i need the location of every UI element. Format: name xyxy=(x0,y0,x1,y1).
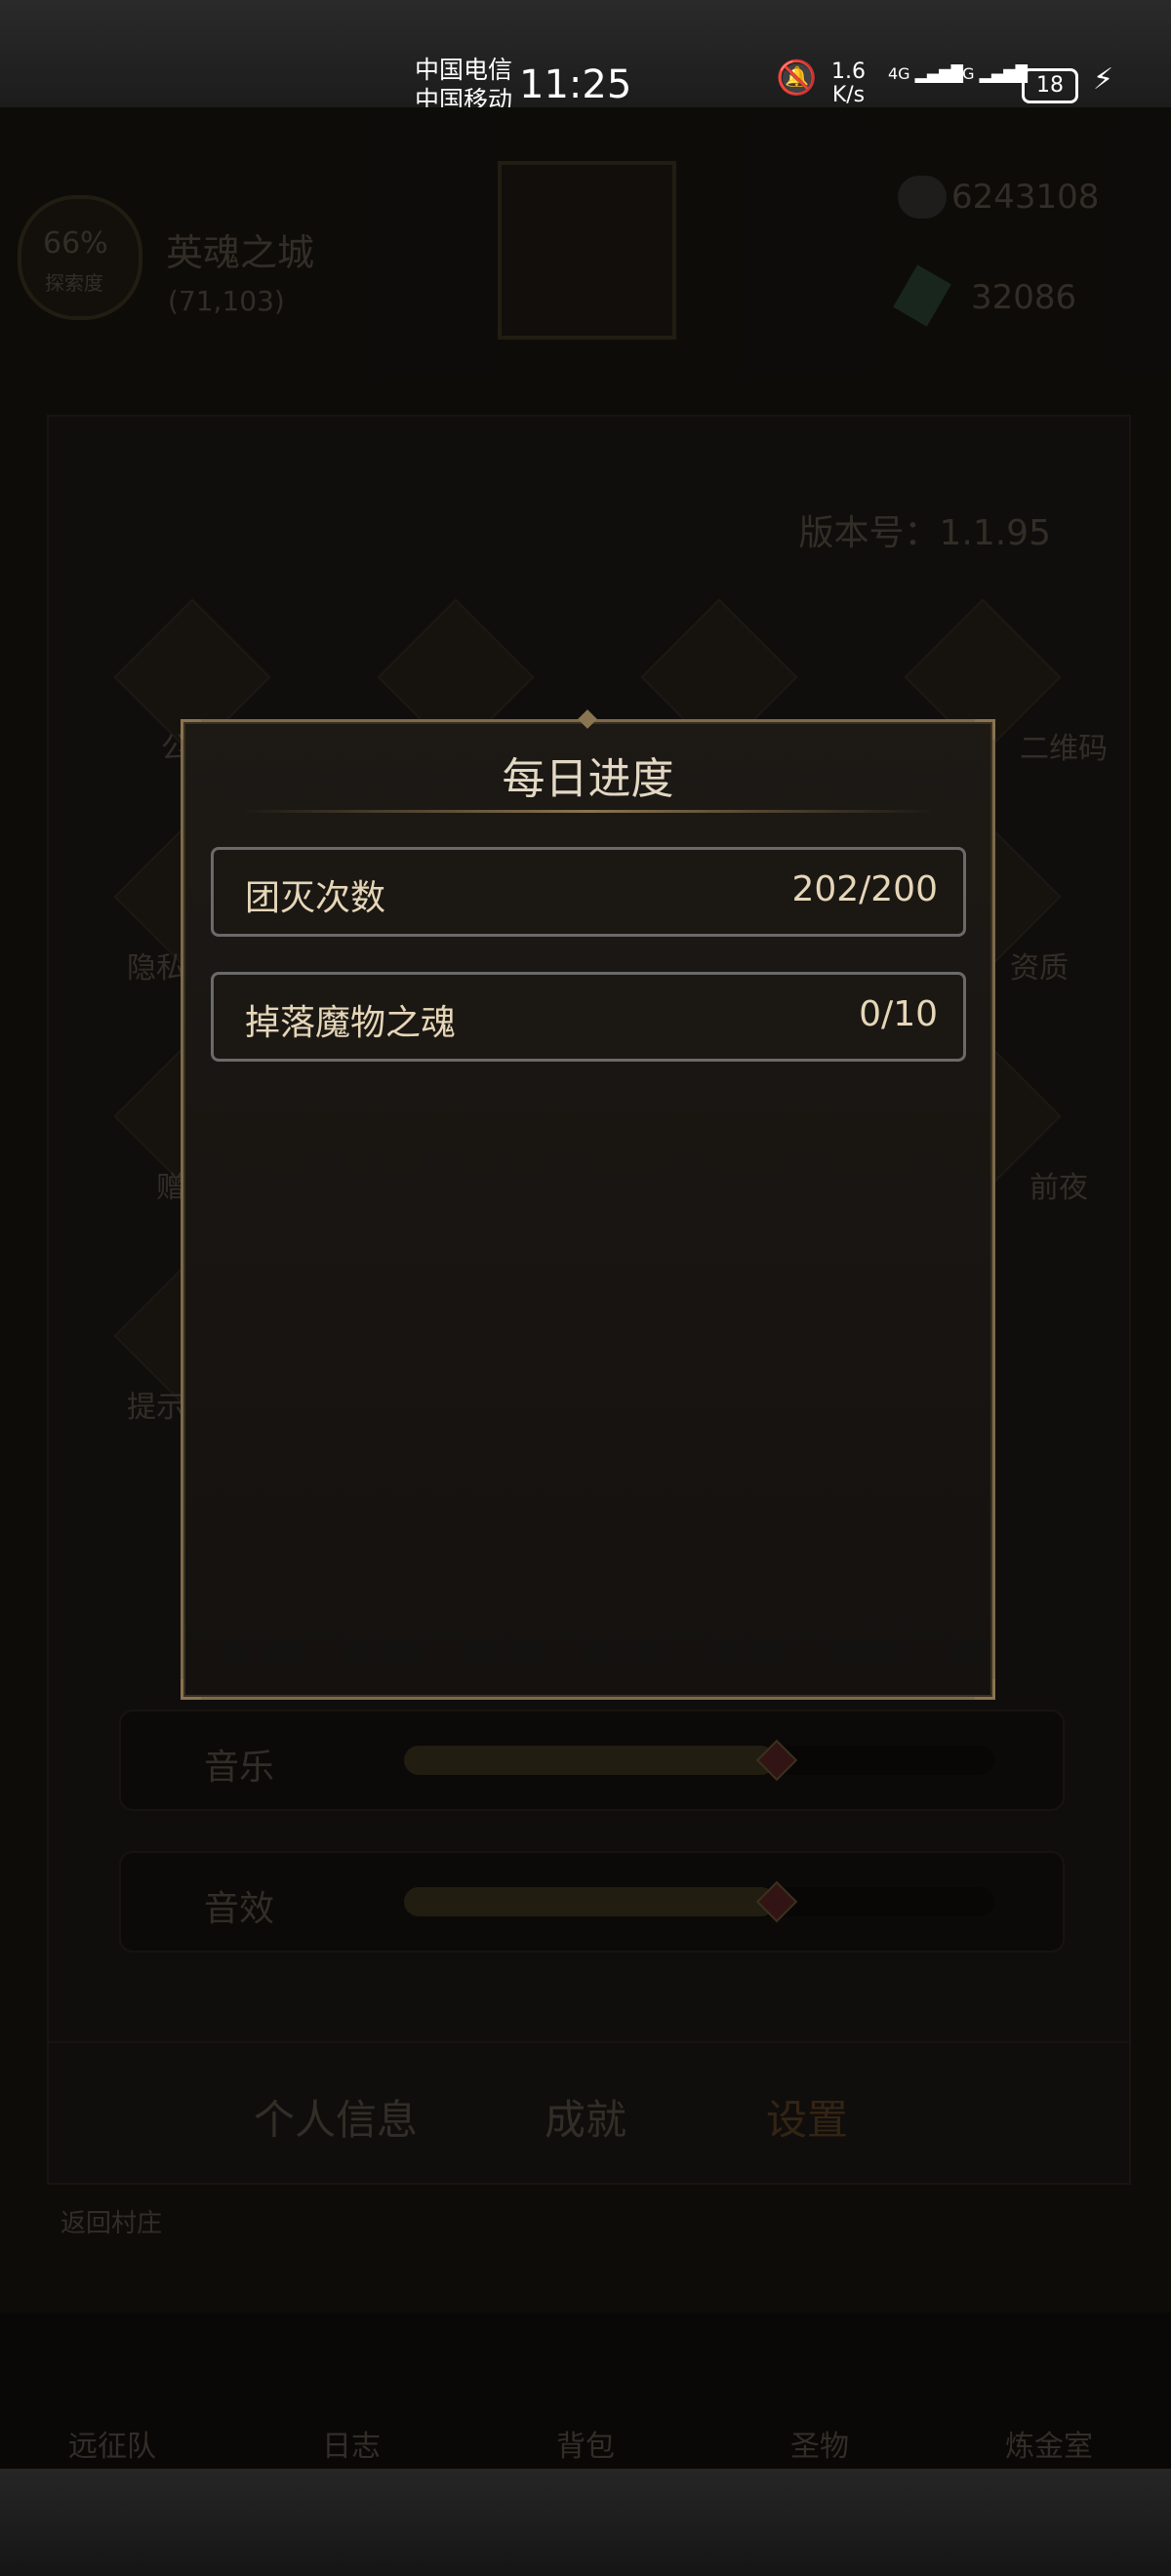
signal-1-label: 4G xyxy=(888,64,910,83)
battery-icon: 18 xyxy=(1022,68,1078,103)
charging-icon: ⚡ xyxy=(1093,62,1114,97)
corner-ornament xyxy=(181,719,201,740)
battery-level: 18 xyxy=(1036,73,1064,98)
daily-progress-modal: 每日进度 团灭次数 202/200 掉落魔物之魂 0/10 xyxy=(181,709,995,1700)
signal-2-label: 4G xyxy=(952,64,975,83)
net-speed: 1.6 K/s xyxy=(831,60,866,107)
progress-row-label: 团灭次数 xyxy=(245,878,386,918)
modal-title: 每日进度 xyxy=(502,754,674,804)
carrier-1: 中国电信 xyxy=(415,56,513,84)
carrier-labels: 中国电信 中国移动 xyxy=(415,55,512,115)
title-divider xyxy=(242,810,934,813)
progress-row: 掉落魔物之魂 0/10 xyxy=(211,972,966,1062)
status-bar: 中国电信 中国移动 11:25 🔕 1.6 K/s 4G ▂▄▆█ 4G ▂▄▆… xyxy=(0,0,1171,114)
clock: 11:25 xyxy=(519,62,632,107)
phone-bottom-frame xyxy=(0,2469,1171,2576)
progress-row-label: 掉落魔物之魂 xyxy=(245,1003,457,1043)
progress-row-value: 202/200 xyxy=(791,869,938,909)
mute-bell-icon: 🔕 xyxy=(776,59,818,98)
net-speed-value: 1.6 xyxy=(831,60,866,84)
progress-row-value: 0/10 xyxy=(859,994,938,1034)
net-speed-unit: K/s xyxy=(831,83,866,107)
corner-ornament xyxy=(975,719,995,740)
corner-ornament xyxy=(181,1679,201,1700)
corner-ornament xyxy=(975,1679,995,1700)
signal-2-icon: 4G ▂▄▆█ xyxy=(952,64,1028,83)
progress-row: 团灭次数 202/200 xyxy=(211,847,966,937)
